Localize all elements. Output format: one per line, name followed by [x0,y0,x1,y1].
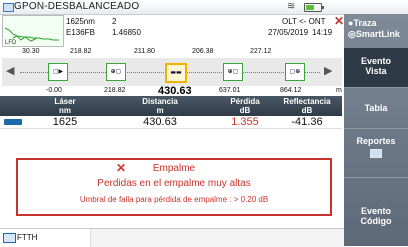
tabla-button[interactable]: Tabla [344,88,408,129]
loss-value: 1.355 [231,116,259,128]
app-icon [3,3,14,12]
report-icon [370,149,382,158]
event-distance: 864.12 [280,87,302,94]
end-event-icon[interactable]: ▢⊕ [285,63,305,81]
traza-option[interactable]: ●Traza [348,18,376,28]
wavelength: 1625nm [66,17,95,26]
col-loss: Pérdida dB [230,97,260,115]
event-distance: -0.00 [46,87,62,94]
splice-icon [4,119,22,125]
segment-length: 206.38 [192,48,214,55]
laser-value: 1625 [52,116,78,128]
trace-thumbnail[interactable]: LFD [2,15,64,47]
alert-detail: Umbral de falla para pérdida de empalme … [79,195,269,204]
wifi-icon: ≋ [287,1,296,12]
reportes-button[interactable]: Reportes [344,128,408,178]
table-row[interactable]: 1625 430.63 1.355 -41.36 [0,116,342,129]
event-distance: 637.01 [219,87,241,94]
refractive-index: 1.46850 [112,28,141,37]
event-distance: 218.82 [104,87,126,94]
bottom-bar: FTTH [0,228,345,247]
evento-vista-button[interactable]: Evento Vista [344,48,408,88]
splice-event-icon[interactable]: ▬▬ [165,63,187,83]
smartlink-option[interactable]: ◎SmartLink [348,29,400,40]
direction: OLT <- ONT [282,17,326,26]
col-reflectance: Reflectancia dB [283,97,331,115]
col-distance: Distancia m [142,97,178,115]
date: 27/05/2019 [268,28,309,37]
segment-length: 218.82 [70,48,92,55]
arrow-left-icon[interactable]: ◀ [6,64,14,77]
alert-title: Empalme [152,163,196,174]
event-table-header: Láser nm Distancia m Pérdida dB Reflectanci… [0,96,342,116]
segment-length: 211.80 [134,48,155,55]
close-icon[interactable]: ✕ [334,14,344,28]
battery-icon [304,3,324,12]
ftth-icon [3,233,16,243]
time: 14:19 [312,28,333,37]
col-laser: Láser nm [54,97,76,115]
ftth-label: FTTH [17,233,38,242]
module-id: E136FB [66,28,95,37]
connector-event-icon[interactable]: ⊕▢ [106,63,126,81]
pulse: 2 [112,17,117,26]
reflectance-value: -41.36 [291,116,323,128]
bottom-panel [90,229,345,247]
distance-value: 430.63 [143,116,177,128]
launch-event-icon[interactable]: ▢▶ [48,63,68,81]
segment-length: 227.12 [250,48,272,55]
alert-message: Perdidas en el empalme muy altas [97,178,251,189]
thumbnail-label: LFD [5,40,17,46]
link-view-strip[interactable]: ◀ ▢▶ ⊕▢ ▬▬ ⊕▢ ▢⊕ ▶ [2,58,342,86]
distance-unit: m [336,87,342,94]
arrow-right-icon[interactable]: ▶ [324,64,332,77]
app-title: GPON-DESBALANCEADO [14,1,140,12]
title-bar: GPON-DESBALANCEADO ≋ [0,0,408,15]
right-panel: ●Traza ◎SmartLink Evento Vista Tabla Rep… [344,14,408,246]
evento-codigo-button[interactable]: Evento Código [344,200,408,240]
segment-length: 30.30 [22,48,40,55]
connector-event-icon[interactable]: ⊕▢ [223,63,243,81]
alert-panel: ✕ Empalme Perdidas en el empalme muy alt… [16,158,332,216]
